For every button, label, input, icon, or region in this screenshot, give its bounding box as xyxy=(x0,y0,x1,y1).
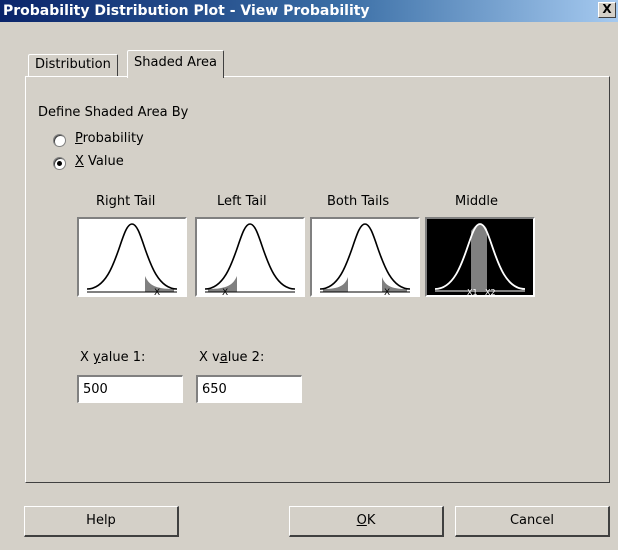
cancel-button[interactable]: Cancel xyxy=(455,506,610,537)
both-tails-label: Both Tails xyxy=(327,194,390,209)
x-value-2-mnemonic: a xyxy=(219,350,228,365)
right-tail-curve-icon: X xyxy=(86,223,178,295)
middle-label: Middle xyxy=(455,194,498,209)
middle-button[interactable]: X1 X2 xyxy=(425,217,535,297)
x-value-1-label: X yalue 1: xyxy=(80,350,145,365)
x-value-mnemonic: X xyxy=(75,154,84,169)
both-tails-curve-icon: X xyxy=(319,223,411,295)
both-tails-x-marker: X xyxy=(384,288,390,295)
tab-shaded-area[interactable]: Shaded Area xyxy=(127,50,225,78)
middle-x2-marker: X2 xyxy=(485,288,496,295)
tab-shaded-area-label: Shaded Area xyxy=(134,55,218,70)
left-tail-x-marker: X xyxy=(222,288,228,295)
define-shaded-area-label: Define Shaded Area By xyxy=(38,105,189,120)
right-tail-button[interactable]: X xyxy=(77,217,187,297)
x-value-2-label-pre: X v xyxy=(199,350,220,365)
probability-mnemonic: P xyxy=(75,131,83,146)
close-button[interactable]: X xyxy=(598,2,616,18)
close-icon: X xyxy=(602,2,612,16)
x-value-1-mnemonic: y xyxy=(93,350,101,365)
left-tail-curve-icon: X xyxy=(204,223,296,295)
probability-radio-label[interactable]: Probability xyxy=(75,131,144,146)
middle-curve-icon: X1 X2 xyxy=(434,223,526,295)
ok-mnemonic: O xyxy=(356,513,367,528)
radio-selected-dot xyxy=(57,161,62,166)
middle-x1-marker: X1 xyxy=(467,288,478,295)
probability-dialog: Probability Distribution Plot - View Pro… xyxy=(0,0,618,550)
x-value-label-text: Value xyxy=(83,154,124,169)
ok-button-label: K xyxy=(366,513,376,528)
right-tail-x-marker: X xyxy=(154,288,160,295)
x-value-radio[interactable] xyxy=(53,157,66,170)
x-value-1-label-pre: X xyxy=(80,350,94,365)
help-button-label: Help xyxy=(86,513,116,528)
x-value-1-input[interactable] xyxy=(77,375,183,403)
probability-radio[interactable] xyxy=(53,134,66,147)
help-button[interactable]: Help xyxy=(24,506,179,537)
tab-distribution[interactable]: Distribution xyxy=(28,54,118,76)
x-value-2-label: X value 2: xyxy=(199,350,264,365)
x-value-1-label-post: alue 1: xyxy=(100,350,146,365)
left-tail-label: Left Tail xyxy=(217,194,267,209)
x-value-2-label-post: lue 2: xyxy=(227,350,265,365)
tab-distribution-label: Distribution xyxy=(35,57,111,72)
x-value-radio-label[interactable]: X Value xyxy=(75,154,124,169)
probability-label-text: robability xyxy=(82,131,144,146)
window-title: Probability Distribution Plot - View Pro… xyxy=(3,3,370,19)
left-tail-button[interactable]: X xyxy=(195,217,305,297)
ok-button[interactable]: OK xyxy=(289,506,444,537)
title-bar: Probability Distribution Plot - View Pro… xyxy=(0,0,618,22)
right-tail-label: Right Tail xyxy=(96,194,156,209)
x-value-2-input[interactable] xyxy=(196,375,302,403)
cancel-button-label: Cancel xyxy=(509,513,555,528)
both-tails-button[interactable]: X xyxy=(310,217,420,297)
